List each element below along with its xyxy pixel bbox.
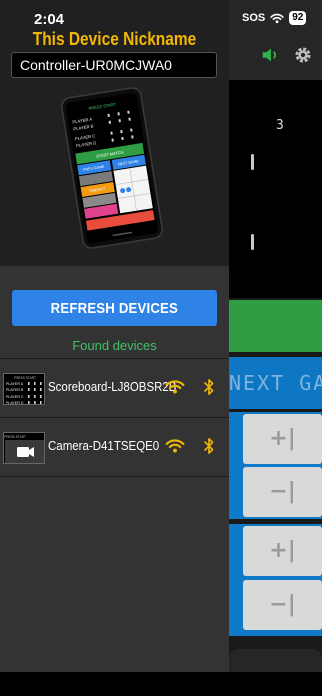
bluetooth-icon <box>204 437 214 455</box>
score-value: 3 <box>276 118 284 133</box>
score-divider <box>251 154 254 170</box>
next-game-label: NEXT GAME <box>229 371 322 395</box>
sos-indicator: SOS <box>242 12 266 24</box>
status-time: 2:04 <box>34 11 65 28</box>
device-name: Camera-D41TSEQE0 <box>48 439 160 453</box>
device-name: Scoreboard-LJ8OBSR2B <box>48 380 177 394</box>
battery-indicator: 92 <box>289 11 307 25</box>
device-row-camera[interactable]: PRESS START Camera-D41TSEQE0 <box>0 418 229 477</box>
start-match-button[interactable] <box>229 300 322 352</box>
score-area <box>229 80 322 298</box>
camera-thumbnail: PRESS START <box>3 432 45 464</box>
bluetooth-icon <box>204 378 214 396</box>
thumb-player: PLAYER D <box>6 401 24 405</box>
scoreboard-thumbnail: PRESS START PLAYER A PLAYER B PLAYER C P… <box>3 373 45 405</box>
next-game-button[interactable]: NEXT GAME <box>229 357 322 409</box>
wifi-icon <box>165 439 185 453</box>
thumb-player: PLAYER A <box>6 382 24 386</box>
plus-button[interactable]: +| <box>243 414 322 464</box>
thumb-title: PRESS START <box>4 435 26 439</box>
refresh-devices-button[interactable]: REFRESH DEVICES <box>12 290 217 326</box>
status-indicators: SOS 92 <box>242 11 307 25</box>
device-list: PRESS START PLAYER A PLAYER B PLAYER C P… <box>0 358 229 477</box>
thumb-player: PLAYER C <box>6 395 24 399</box>
nickname-input[interactable]: Controller-UR0MCJWA0 <box>11 52 217 78</box>
minus-button[interactable]: −| <box>243 467 322 517</box>
devices-drawer: This Device Nickname Controller-UR0MCJWA… <box>0 0 229 672</box>
score-divider <box>251 234 254 250</box>
thumb-player: PLAYER B <box>6 388 24 392</box>
phone-preview-image: PRESS START PLAYER A PLAYER B PLAYER C P… <box>61 87 163 249</box>
gear-icon[interactable] <box>292 44 314 66</box>
home-indicator-area <box>0 672 322 696</box>
minus-button[interactable]: −| <box>243 580 322 630</box>
refresh-devices-label: REFRESH DEVICES <box>50 299 179 317</box>
nickname-title: This Device Nickname <box>32 29 197 49</box>
bottom-panel <box>229 649 322 673</box>
thumb-title: PRESS START <box>14 376 36 380</box>
device-row-scoreboard[interactable]: PRESS START PLAYER A PLAYER B PLAYER C P… <box>0 359 229 418</box>
plus-button[interactable]: +| <box>243 526 322 576</box>
status-wifi-icon <box>270 13 284 23</box>
found-devices-label: Found devices <box>72 338 157 353</box>
wifi-icon <box>165 380 185 394</box>
speaker-icon[interactable] <box>259 44 281 66</box>
